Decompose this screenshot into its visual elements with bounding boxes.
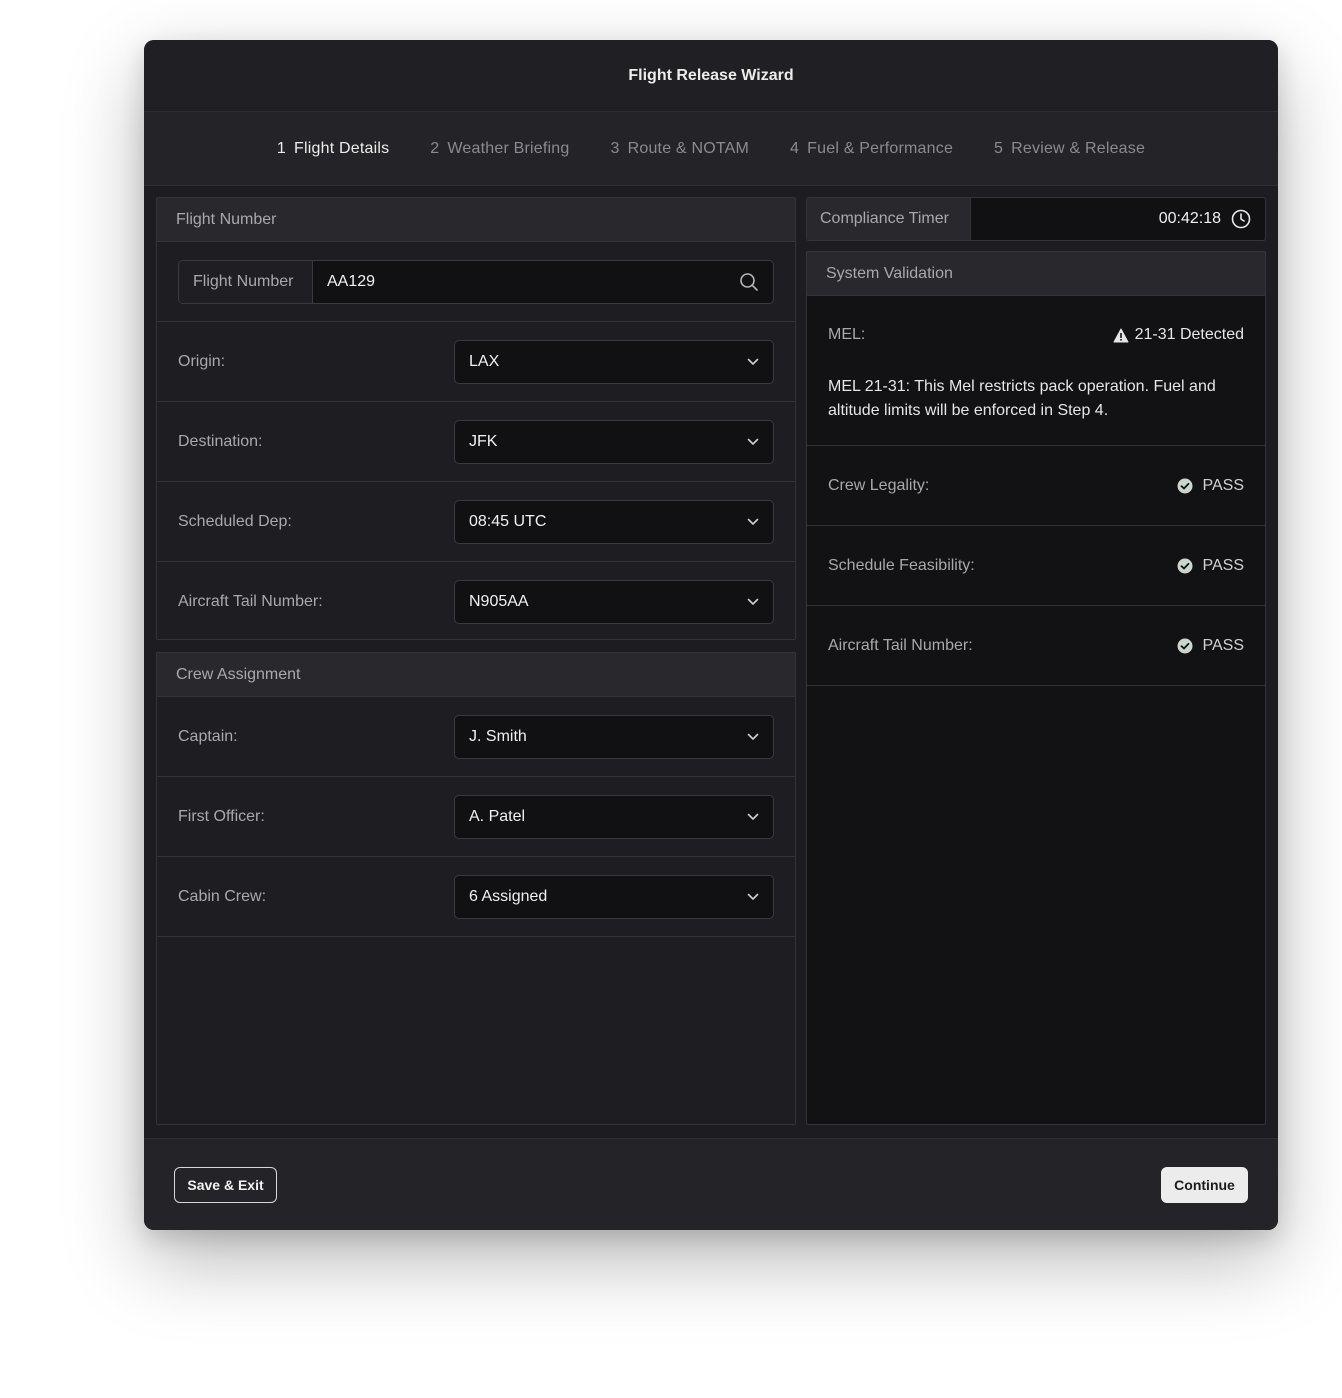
select-value: LAX xyxy=(469,352,500,370)
flight-search-row: Flight Number xyxy=(157,242,795,322)
mel-block: MEL: 21-31 Detected MEL 21-31: This Mel … xyxy=(807,296,1265,446)
select-value: JFK xyxy=(469,432,498,450)
status-badge: PASS xyxy=(1177,556,1245,575)
select-value: 6 Assigned xyxy=(469,887,548,905)
check-label: Schedule Feasibility: xyxy=(828,556,975,574)
step-label: Flight Details xyxy=(294,139,390,157)
field-label: Origin: xyxy=(178,352,226,370)
wizard-footer: Save & Exit Continue xyxy=(144,1138,1278,1230)
check-label: Crew Legality: xyxy=(828,476,930,494)
check-circle-icon xyxy=(1177,638,1192,653)
crew-legality-row: Crew Legality: PASS xyxy=(807,446,1265,526)
select-value: J. Smith xyxy=(469,727,527,745)
cabin-crew-row: Cabin Crew: 6 Assigned xyxy=(157,857,795,937)
title-bar: Flight Release Wizard xyxy=(144,40,1278,112)
scheduled-dep-select[interactable]: 08:45 UTC xyxy=(454,499,774,544)
status-text: PASS xyxy=(1202,476,1245,494)
chevron-down-icon xyxy=(747,358,759,365)
step-fuel-performance[interactable]: 4 Fuel & Performance xyxy=(790,140,953,158)
timer-label: Compliance Timer xyxy=(807,198,971,240)
window-title: Flight Release Wizard xyxy=(628,66,794,84)
mel-label: MEL: xyxy=(828,326,866,343)
panel-title: Crew Assignment xyxy=(157,653,795,697)
chevron-down-icon xyxy=(747,733,759,740)
panel-title: Flight Number xyxy=(157,198,795,242)
timer-value: 00:42:18 xyxy=(1158,210,1221,227)
destination-row: Destination: JFK xyxy=(157,402,795,482)
step-label: Fuel & Performance xyxy=(807,139,954,157)
step-label: Weather Briefing xyxy=(447,139,570,157)
field-label: Captain: xyxy=(178,727,238,745)
chevron-down-icon xyxy=(747,813,759,820)
check-circle-icon xyxy=(1177,478,1192,493)
step-number: 4 xyxy=(790,139,800,157)
flight-number-input[interactable] xyxy=(327,273,707,291)
mel-message: MEL 21-31: This Mel restricts pack opera… xyxy=(828,378,1216,419)
step-number: 1 xyxy=(276,139,287,157)
warning-icon xyxy=(1113,328,1129,342)
step-label: Route & NOTAM xyxy=(627,139,750,157)
schedule-feasibility-row: Schedule Feasibility: PASS xyxy=(807,526,1265,606)
check-label: Aircraft Tail Number: xyxy=(828,636,973,654)
tail-number-select[interactable]: N905AA xyxy=(454,580,774,624)
wizard-content: Flight Number Flight Number Origin: xyxy=(156,197,1266,1125)
chevron-down-icon xyxy=(747,518,759,525)
tail-number-row: Aircraft Tail Number: N905AA xyxy=(157,562,795,642)
continue-button[interactable]: Continue xyxy=(1161,1167,1248,1203)
origin-select[interactable]: LAX xyxy=(454,339,774,384)
flight-number-search: Flight Number xyxy=(178,260,774,304)
compliance-timer: Compliance Timer 00:42:18 xyxy=(806,197,1266,241)
status-badge: PASS xyxy=(1177,636,1245,655)
wizard-window: Flight Release Wizard 1 Flight Details 2W… xyxy=(144,40,1278,1230)
step-number: 2 xyxy=(430,139,440,157)
step-review-release[interactable]: 5 Review & Release xyxy=(994,140,1145,158)
search-prefix-label: Flight Number xyxy=(179,261,313,303)
aircraft-tail-number-row: Aircraft Tail Number: PASS xyxy=(807,606,1265,686)
field-label: Destination: xyxy=(178,432,263,450)
first-officer-row: First Officer: A. Patel xyxy=(157,777,795,857)
status-text: PASS xyxy=(1202,636,1245,654)
flight-number-panel: Flight Number Flight Number Origin: xyxy=(156,197,796,640)
clock-icon xyxy=(1231,209,1251,229)
timer-value-box: 00:42:18 xyxy=(971,198,1265,240)
select-value: N905AA xyxy=(469,593,529,610)
field-label: First Officer: xyxy=(178,807,265,825)
step-weather-briefing[interactable]: 2 Weather Briefing xyxy=(430,140,569,158)
select-value: A. Patel xyxy=(469,807,526,825)
check-circle-icon xyxy=(1177,558,1192,573)
origin-row: Origin: LAX xyxy=(157,322,795,402)
status-badge: PASS xyxy=(1177,476,1245,495)
field-label: Cabin Crew: xyxy=(178,887,267,905)
search-field xyxy=(313,261,773,303)
scheduled-dep-row: Scheduled Dep: 08:45 UTC xyxy=(157,482,795,562)
step-flight-details[interactable]: 1 Flight Details xyxy=(277,140,389,158)
step-number: 3 xyxy=(610,139,620,157)
field-label: Scheduled Dep: xyxy=(178,512,292,530)
mel-status-text: 21-31 Detected xyxy=(1134,326,1244,343)
destination-select[interactable]: JFK xyxy=(454,419,774,464)
chevron-down-icon xyxy=(747,893,759,900)
step-label: Review & Release xyxy=(1011,139,1146,157)
crew-assignment-panel: Crew Assignment Captain: J. Smith First … xyxy=(156,652,796,1125)
step-number: 5 xyxy=(994,139,1004,157)
panel-title: System Validation xyxy=(807,252,1265,296)
mel-status: 21-31 Detected xyxy=(1113,326,1244,344)
chevron-down-icon xyxy=(747,598,759,605)
save-exit-button[interactable]: Save & Exit xyxy=(174,1167,277,1203)
step-route-notam[interactable]: 3 Route & NOTAM xyxy=(610,140,749,158)
captain-row: Captain: J. Smith xyxy=(157,697,795,777)
chevron-down-icon xyxy=(747,438,759,445)
first-officer-select[interactable]: A. Patel xyxy=(454,794,774,839)
system-validation-panel: System Validation MEL: 21-31 Detected ME… xyxy=(806,251,1266,1125)
wizard-steps: 1 Flight Details 2 Weather Briefing 3 Route… xyxy=(144,112,1278,186)
select-value: 08:45 UTC xyxy=(469,512,547,530)
field-label: Aircraft Tail Number: xyxy=(178,593,323,610)
search-icon[interactable] xyxy=(739,272,759,292)
captain-select[interactable]: J. Smith xyxy=(454,714,774,759)
status-text: PASS xyxy=(1202,556,1245,574)
cabin-crew-select[interactable]: 6 Assigned xyxy=(454,874,774,919)
